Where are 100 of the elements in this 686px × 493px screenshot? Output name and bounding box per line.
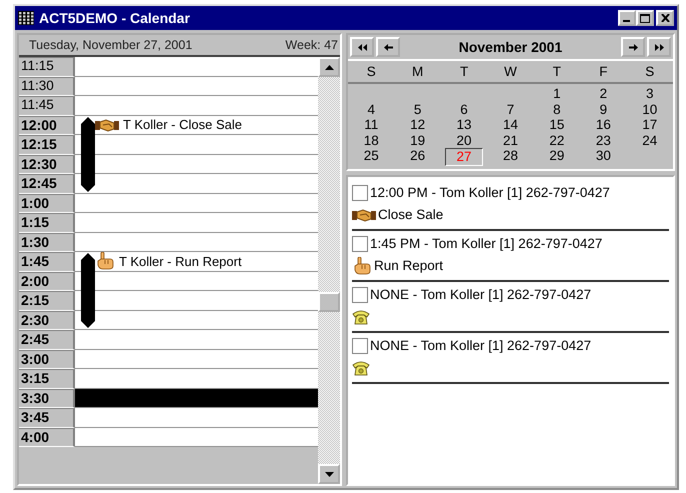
maximize-button[interactable]: [636, 10, 654, 26]
calendar-day[interactable]: 3: [630, 86, 669, 102]
handshake-icon: [352, 208, 376, 222]
calendar-day[interactable]: 16: [584, 117, 623, 132]
time-label: 4:00: [19, 428, 75, 447]
left-arrow-icon: [382, 42, 394, 52]
scrollbar[interactable]: [318, 57, 340, 484]
checkbox[interactable]: [352, 184, 368, 200]
calendar-day[interactable]: 20: [444, 132, 484, 148]
task-heading: 12:00 PM - Tom Koller [1] 262-797-0427: [370, 185, 610, 200]
calendar-day[interactable]: 26: [398, 148, 437, 166]
time-slot[interactable]: [75, 135, 318, 154]
phone-icon: [352, 360, 370, 376]
close-button[interactable]: [656, 10, 674, 26]
checkbox[interactable]: [352, 338, 368, 354]
next-button[interactable]: [621, 37, 645, 57]
time-slot[interactable]: [75, 291, 318, 310]
calendar-day[interactable]: 8: [538, 102, 576, 117]
time-label: 3:45: [19, 408, 75, 428]
window-title: ACT5DEMO - Calendar: [39, 10, 191, 26]
handshake-icon: [95, 118, 119, 132]
calendar-day[interactable]: 19: [398, 132, 437, 148]
scroll-up-button[interactable]: [318, 57, 340, 77]
calendar-day[interactable]: 24: [630, 132, 669, 148]
time-slot[interactable]: T Koller - Close Sale: [75, 116, 318, 135]
calendar-day[interactable]: 18: [352, 132, 390, 148]
phone-icon: [352, 308, 370, 324]
month-title: November 2001: [458, 39, 564, 55]
right-arrow-icon: [628, 42, 638, 52]
calendar-day[interactable]: 29: [538, 148, 576, 166]
last-button[interactable]: [647, 37, 671, 57]
time-label: 12:45: [19, 174, 75, 194]
calendar-day[interactable]: 30: [584, 148, 623, 166]
scroll-thumb[interactable]: [318, 292, 340, 312]
pointing-hand-icon: [352, 256, 372, 274]
calendar-day[interactable]: 22: [538, 132, 576, 148]
time-slot[interactable]: [75, 388, 318, 408]
calendar-day[interactable]: 15: [538, 117, 576, 132]
first-button[interactable]: [350, 37, 374, 57]
time-slot[interactable]: [75, 310, 318, 330]
time-slot[interactable]: [75, 174, 318, 194]
weekday-label: F: [598, 64, 608, 79]
calendar-day[interactable]: 7: [491, 102, 530, 117]
time-label: 1:00: [19, 194, 75, 213]
double-right-arrow-icon: [654, 42, 664, 52]
appointment-label[interactable]: T Koller - Close Sale: [123, 117, 242, 132]
calendar-day[interactable]: 2: [584, 86, 623, 102]
time-slot[interactable]: T Koller - Run Report: [75, 252, 318, 272]
time-label: 2:45: [19, 330, 75, 350]
weekday-label: W: [503, 64, 518, 79]
task-heading: 1:45 PM - Tom Koller [1] 262-797-0427: [370, 236, 602, 251]
calendar-day[interactable]: 25: [352, 148, 390, 166]
down-arrow-icon: [324, 472, 334, 476]
calendar-day[interactable]: 21: [491, 132, 530, 148]
calendar-day[interactable]: 9: [584, 102, 623, 117]
calendar-day[interactable]: 12: [398, 117, 437, 132]
week-label: Week: 47: [285, 38, 338, 52]
time-label: 12:00: [19, 116, 75, 135]
time-label: 3:15: [19, 369, 75, 388]
weekday-label: T: [552, 64, 562, 79]
time-label: 12:30: [19, 154, 75, 174]
calendar-day[interactable]: 14: [491, 117, 530, 132]
time-label: 12:15: [19, 135, 75, 154]
task-heading: NONE - Tom Koller [1] 262-797-0427: [370, 287, 592, 302]
calendar-day[interactable]: 5: [398, 102, 437, 117]
task-label: Run Report: [374, 258, 444, 273]
maximize-icon: [640, 14, 650, 22]
appointment-label[interactable]: T Koller - Run Report: [119, 254, 242, 269]
time-label: 3:00: [19, 350, 75, 369]
previous-button[interactable]: [376, 37, 400, 57]
calendar-day[interactable]: 1: [538, 86, 576, 102]
calendar-day[interactable]: 4: [352, 102, 390, 117]
calendar-day[interactable]: 23: [584, 132, 623, 148]
time-label: 11:45: [19, 96, 75, 116]
checkbox[interactable]: [352, 236, 368, 252]
calendar-day[interactable]: 17: [630, 117, 669, 132]
weekday-label: S: [366, 64, 377, 79]
time-label: 2:00: [19, 272, 75, 291]
weekday-label: T: [458, 64, 470, 79]
scroll-down-button[interactable]: [318, 464, 340, 484]
time-label: 11:30: [19, 76, 75, 96]
double-left-arrow-icon: [356, 42, 368, 52]
minimize-button[interactable]: [618, 10, 636, 26]
checkbox[interactable]: [352, 286, 368, 302]
pointing-hand-icon: [95, 252, 115, 270]
weekday-label: M: [411, 64, 424, 79]
up-arrow-icon: [324, 64, 334, 70]
calendar-day[interactable]: 13: [444, 117, 484, 132]
time-label: 1:15: [19, 213, 75, 232]
calendar-day[interactable]: 28: [491, 148, 530, 166]
task-label: Close Sale: [378, 207, 444, 222]
time-label: 11:15: [19, 57, 75, 76]
calendar-day[interactable]: 6: [444, 102, 484, 117]
time-label: 2:15: [19, 291, 75, 310]
calendar-day[interactable]: 11: [352, 117, 390, 132]
weekday-label: S: [644, 64, 656, 79]
time-label: 1:45: [19, 252, 75, 272]
grid-icon: [18, 11, 34, 25]
calendar-day[interactable]: 10: [630, 102, 669, 117]
time-label: 1:30: [19, 232, 75, 252]
